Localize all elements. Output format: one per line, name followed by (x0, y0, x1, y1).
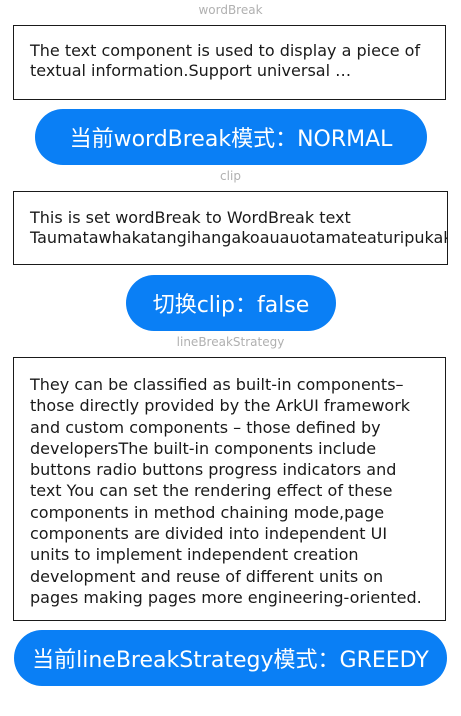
linebreak-text-box: They can be classified as built-in compo… (13, 357, 446, 621)
linebreak-text-line: those directly provided by the ArkUI fra… (30, 396, 411, 416)
linebreak-strategy-mode-button[interactable]: 当前lineBreakStrategy模式：GREEDY (14, 630, 447, 686)
wordbreak-section-title: wordBreak (198, 3, 263, 17)
clip-text-line1: This is set wordBreak to WordBreak text (30, 208, 351, 227)
linebreak-text-line: text You can set the rendering effect of… (30, 481, 393, 501)
linebreak-text-line: pages making pages more engineering-orie… (30, 587, 422, 607)
wordbreak-text-line1: The text component is used to display a … (30, 41, 421, 60)
wordbreak-text-box: The text component is used to display a … (13, 25, 446, 100)
clip-text-box: This is set wordBreak to WordBreak text … (13, 191, 448, 265)
linebreak-text-line: and custom components – those defined by (30, 417, 381, 437)
clip-section-title: clip (220, 169, 241, 183)
linebreak-text-line: buttons radio buttons progress indicator… (30, 460, 397, 480)
clip-text-line2: Taumatawhakatangihangakoauauotamateaturi… (30, 228, 447, 247)
linebreak-text-line: components in method chaining mode,page (30, 502, 385, 522)
linebreak-text-paragraph: They can be classified as built-in compo… (30, 374, 429, 608)
linebreak-text-line: developersThe built-in components includ… (30, 438, 377, 458)
linebreak-text-line: development and reuse of different units… (30, 566, 384, 586)
linebreak-section-title: lineBreakStrategy (176, 335, 285, 349)
wordbreak-text-line2: textual information.Support universal … (30, 61, 352, 80)
linebreak-text-line: units to implement independent creation (30, 545, 359, 565)
linebreak-text-line: They can be classified as built-in compo… (30, 375, 404, 394)
wordbreak-mode-button[interactable]: 当前wordBreak模式：NORMAL (35, 109, 427, 165)
toggle-clip-button[interactable]: 切换clip：false (126, 275, 336, 331)
linebreak-text-line: components are divided into independent … (30, 524, 388, 544)
